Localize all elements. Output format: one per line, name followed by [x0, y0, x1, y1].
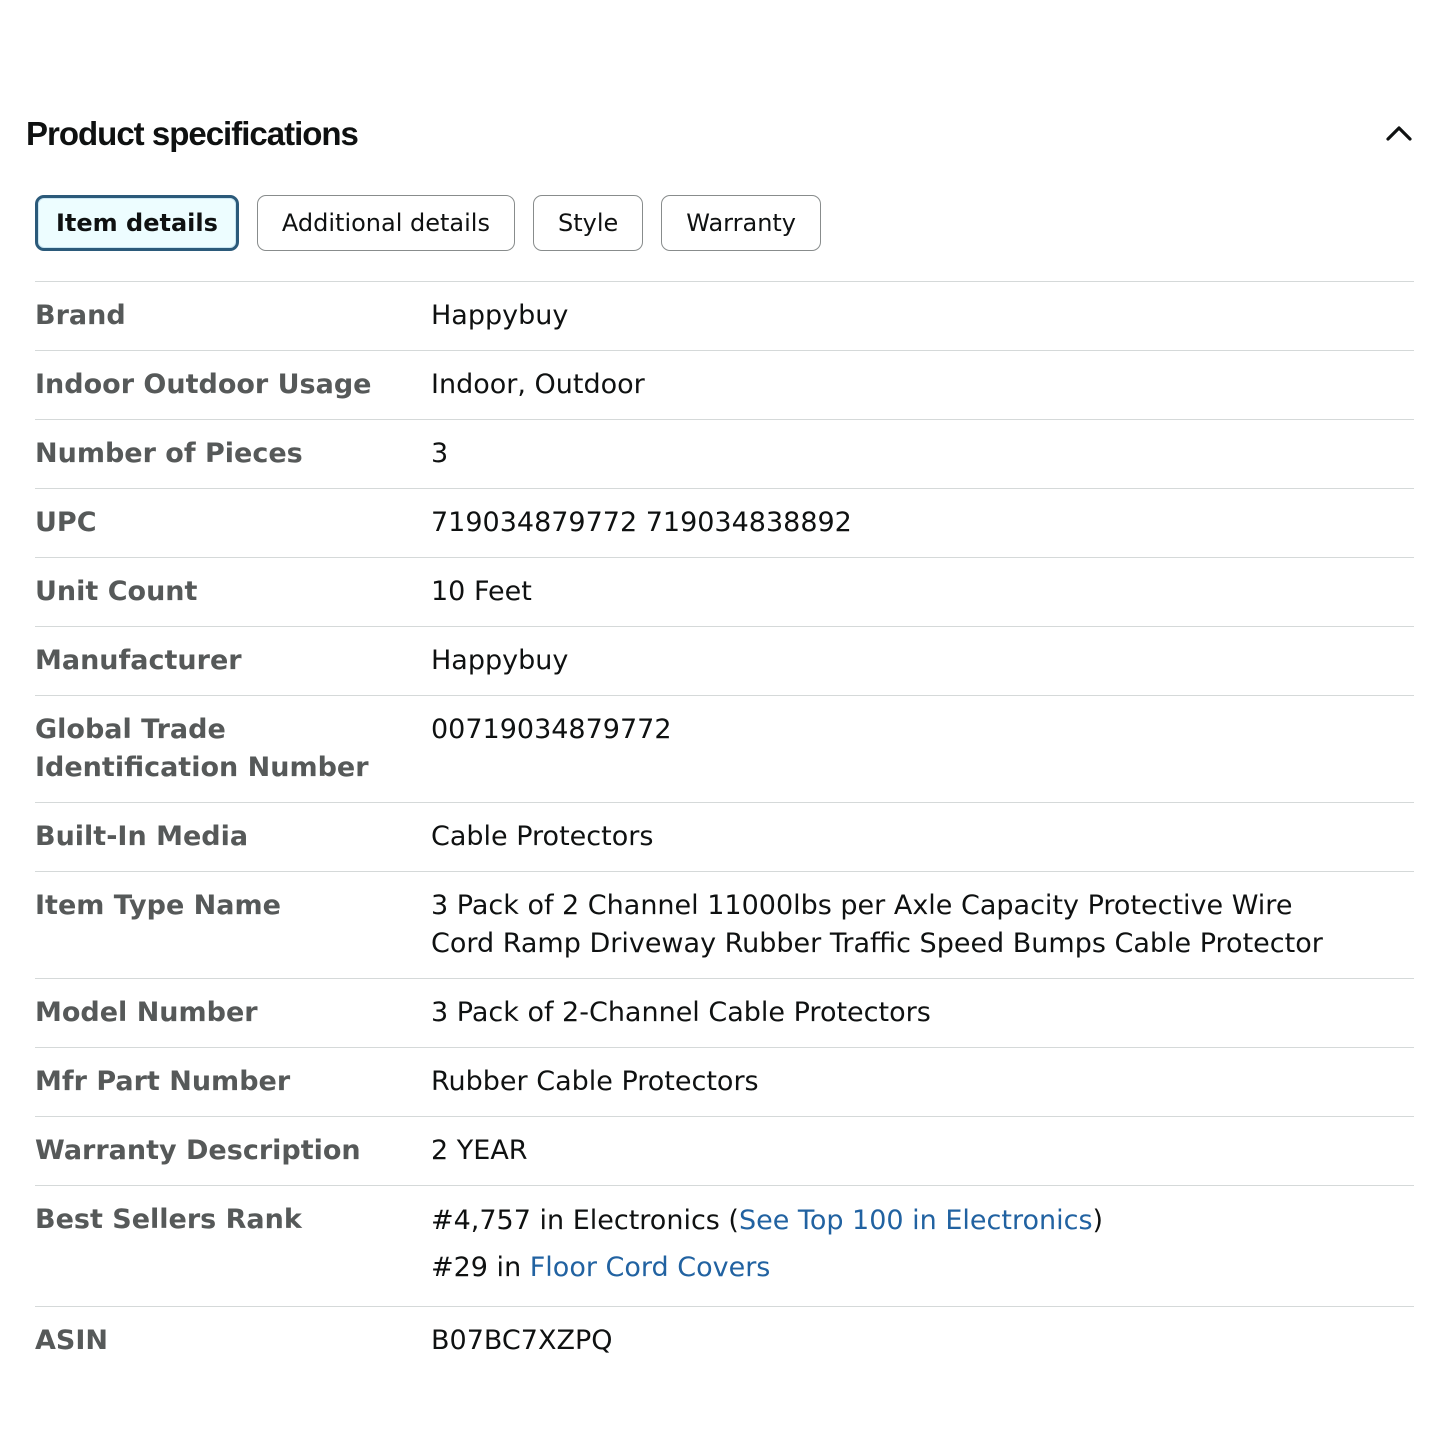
spec-label: Manufacturer [35, 645, 242, 676]
section-header: Product specifications [26, 110, 1416, 158]
rank-line-floor-cord-covers: #29 in Floor Cord Covers [431, 1244, 1414, 1291]
collapse-button[interactable] [1382, 116, 1416, 150]
table-row: Warranty Description 2 YEAR [35, 1117, 1414, 1186]
table-row: Model Number 3 Pack of 2-Channel Cable P… [35, 979, 1414, 1048]
spec-label: Warranty Description [35, 1135, 361, 1166]
spec-label: Built-In Media [35, 821, 249, 852]
spec-label-line: Identification Number [35, 752, 369, 783]
tab-warranty[interactable]: Warranty [661, 195, 822, 251]
spec-value: B07BC7XZPQ [431, 1325, 613, 1356]
spec-value: 3 Pack of 2-Channel Cable Protectors [431, 997, 931, 1028]
spec-value-line: Cord Ramp Driveway Rubber Traffic Speed … [431, 928, 1323, 959]
rank-line-electronics: #4,757 in Electronics (See Top 100 in El… [431, 1197, 1414, 1244]
spec-value: 719034879772 719034838892 [431, 507, 852, 538]
spec-table: Brand Happybuy Indoor Outdoor Usage Indo… [35, 281, 1414, 1375]
spec-label: Unit Count [35, 576, 198, 607]
table-row: Best Sellers Rank #4,757 in Electronics … [35, 1186, 1414, 1307]
spec-label-line: Global Trade [35, 714, 226, 745]
rank-text: #29 in [431, 1252, 530, 1283]
table-row: Global Trade Identification Number 00719… [35, 696, 1414, 803]
spec-value: 10 Feet [431, 576, 532, 607]
rank-text: #4,757 in Electronics ( [431, 1205, 739, 1236]
top-100-electronics-link[interactable]: See Top 100 in Electronics [739, 1205, 1093, 1236]
spec-label: UPC [35, 507, 97, 538]
table-row: Number of Pieces 3 [35, 420, 1414, 489]
rank-text: ) [1092, 1205, 1104, 1236]
spec-value: Happybuy [431, 300, 569, 331]
spec-label: Mfr Part Number [35, 1066, 291, 1097]
spec-label: Brand [35, 300, 126, 331]
spec-value: Happybuy [431, 645, 569, 676]
spec-label: Indoor Outdoor Usage [35, 369, 372, 400]
table-row: Item Type Name 3 Pack of 2 Channel 11000… [35, 872, 1414, 979]
spec-label: Model Number [35, 997, 258, 1028]
table-row: Unit Count 10 Feet [35, 558, 1414, 627]
tab-style[interactable]: Style [532, 195, 644, 251]
chevron-up-icon [1386, 126, 1412, 141]
spec-value: 00719034879772 [431, 714, 672, 745]
spec-tabs: Item details Additional details Style Wa… [35, 195, 822, 255]
table-row: Manufacturer Happybuy [35, 627, 1414, 696]
table-row: Built-In Media Cable Protectors [35, 803, 1414, 872]
table-row: Indoor Outdoor Usage Indoor, Outdoor [35, 351, 1414, 420]
spec-value-line: 3 Pack of 2 Channel 11000lbs per Axle Ca… [431, 890, 1293, 921]
spec-label: ASIN [35, 1325, 108, 1356]
floor-cord-covers-link[interactable]: Floor Cord Covers [530, 1252, 771, 1283]
spec-value: 3 Pack of 2 Channel 11000lbs per Axle Ca… [431, 887, 1414, 963]
spec-value: 3 [431, 438, 449, 469]
spec-label: Number of Pieces [35, 438, 303, 469]
spec-value: 2 YEAR [431, 1135, 528, 1166]
page-title: Product specifications [26, 115, 359, 152]
table-row: Brand Happybuy [35, 282, 1414, 351]
table-row: UPC 719034879772 719034838892 [35, 489, 1414, 558]
tab-item-details[interactable]: Item details [35, 195, 239, 251]
spec-label: Best Sellers Rank [35, 1204, 302, 1235]
spec-label: Item Type Name [35, 890, 281, 921]
table-row: Mfr Part Number Rubber Cable Protectors [35, 1048, 1414, 1117]
table-row: ASIN B07BC7XZPQ [35, 1307, 1414, 1375]
spec-label: Global Trade Identification Number [35, 711, 431, 787]
spec-value: #4,757 in Electronics (See Top 100 in El… [431, 1201, 1414, 1291]
tab-additional-details[interactable]: Additional details [256, 195, 515, 251]
spec-value: Indoor, Outdoor [431, 369, 645, 400]
spec-value: Rubber Cable Protectors [431, 1066, 759, 1097]
spec-value: Cable Protectors [431, 821, 654, 852]
